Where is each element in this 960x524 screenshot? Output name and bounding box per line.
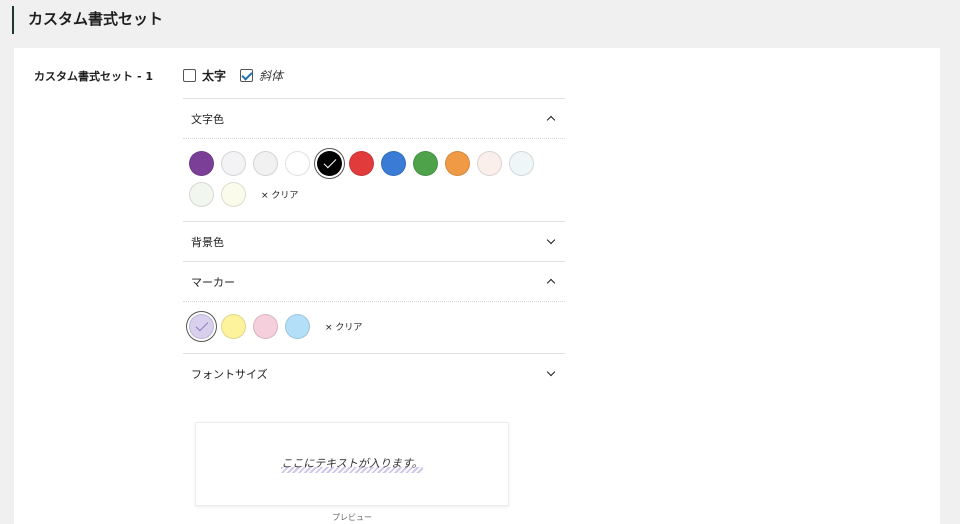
format-toggles: 太字 斜体 [183, 67, 283, 84]
text-color-swatch[interactable] [445, 151, 470, 176]
text-color-clear-button[interactable]: × クリア [261, 188, 298, 201]
text-color-swatch[interactable] [221, 151, 246, 176]
marker-swatch[interactable] [253, 314, 278, 339]
checkmark-icon [323, 155, 337, 169]
bold-checkbox[interactable] [183, 69, 196, 82]
text-color-swatch[interactable] [509, 151, 534, 176]
marker-swatch[interactable] [189, 314, 214, 339]
checkmark-icon [195, 318, 209, 332]
text-color-title: 文字色 [191, 112, 224, 126]
preview-box: ここにテキストが入ります。 [195, 422, 509, 506]
text-color-swatch[interactable] [221, 182, 246, 207]
text-color-swatch[interactable] [253, 151, 278, 176]
background-color-title: 背景色 [191, 235, 224, 249]
chevron-down-icon [546, 235, 556, 245]
font-size-title: フォントサイズ [191, 367, 268, 381]
font-size-header[interactable]: フォントサイズ [183, 353, 565, 393]
text-color-swatch[interactable] [477, 151, 502, 176]
chevron-up-icon [546, 115, 556, 125]
chevron-down-icon [546, 367, 556, 377]
format-set-number: - 1 [137, 70, 154, 83]
text-color-swatch[interactable] [285, 151, 310, 176]
page-title: カスタム書式セット [12, 6, 163, 34]
italic-label: 斜体 [259, 69, 284, 83]
marker-clear-button[interactable]: × クリア [325, 320, 362, 333]
marker-swatch[interactable] [285, 314, 310, 339]
marker-header[interactable]: マーカー [183, 261, 565, 301]
preview-label: プレビュー [332, 513, 372, 522]
background-color-header[interactable]: 背景色 [183, 221, 565, 261]
bold-toggle[interactable]: 太字 [183, 67, 226, 84]
format-set-label: カスタム書式セット - 1 [34, 68, 153, 84]
bold-label: 太字 [202, 69, 227, 83]
chevron-up-icon [546, 278, 556, 288]
preview-text: ここにテキストが入ります。 [281, 455, 423, 473]
text-color-palette: × クリア [189, 151, 539, 207]
text-color-body: × クリア [183, 138, 565, 221]
format-settings: 文字色 × クリア 背景色 マーカー × クリア フォントサイズ [183, 98, 565, 393]
italic-checkbox[interactable] [240, 69, 254, 82]
format-set-panel: カスタム書式セット - 1 太字 斜体 文字色 × クリア 背景色 マーカー × … [14, 48, 940, 524]
text-color-swatch[interactable] [381, 151, 406, 176]
text-color-swatch[interactable] [189, 182, 214, 207]
italic-toggle[interactable]: 斜体 [240, 67, 283, 84]
marker-title: マーカー [191, 275, 235, 289]
text-color-swatch[interactable] [317, 151, 342, 176]
text-color-swatch[interactable] [189, 151, 214, 176]
format-set-name: カスタム書式セット [34, 70, 133, 83]
marker-swatch[interactable] [221, 314, 246, 339]
marker-body: × クリア [183, 301, 565, 353]
text-color-header[interactable]: 文字色 [183, 98, 565, 138]
text-color-swatch[interactable] [349, 151, 374, 176]
marker-palette: × クリア [189, 314, 539, 339]
text-color-swatch[interactable] [413, 151, 438, 176]
